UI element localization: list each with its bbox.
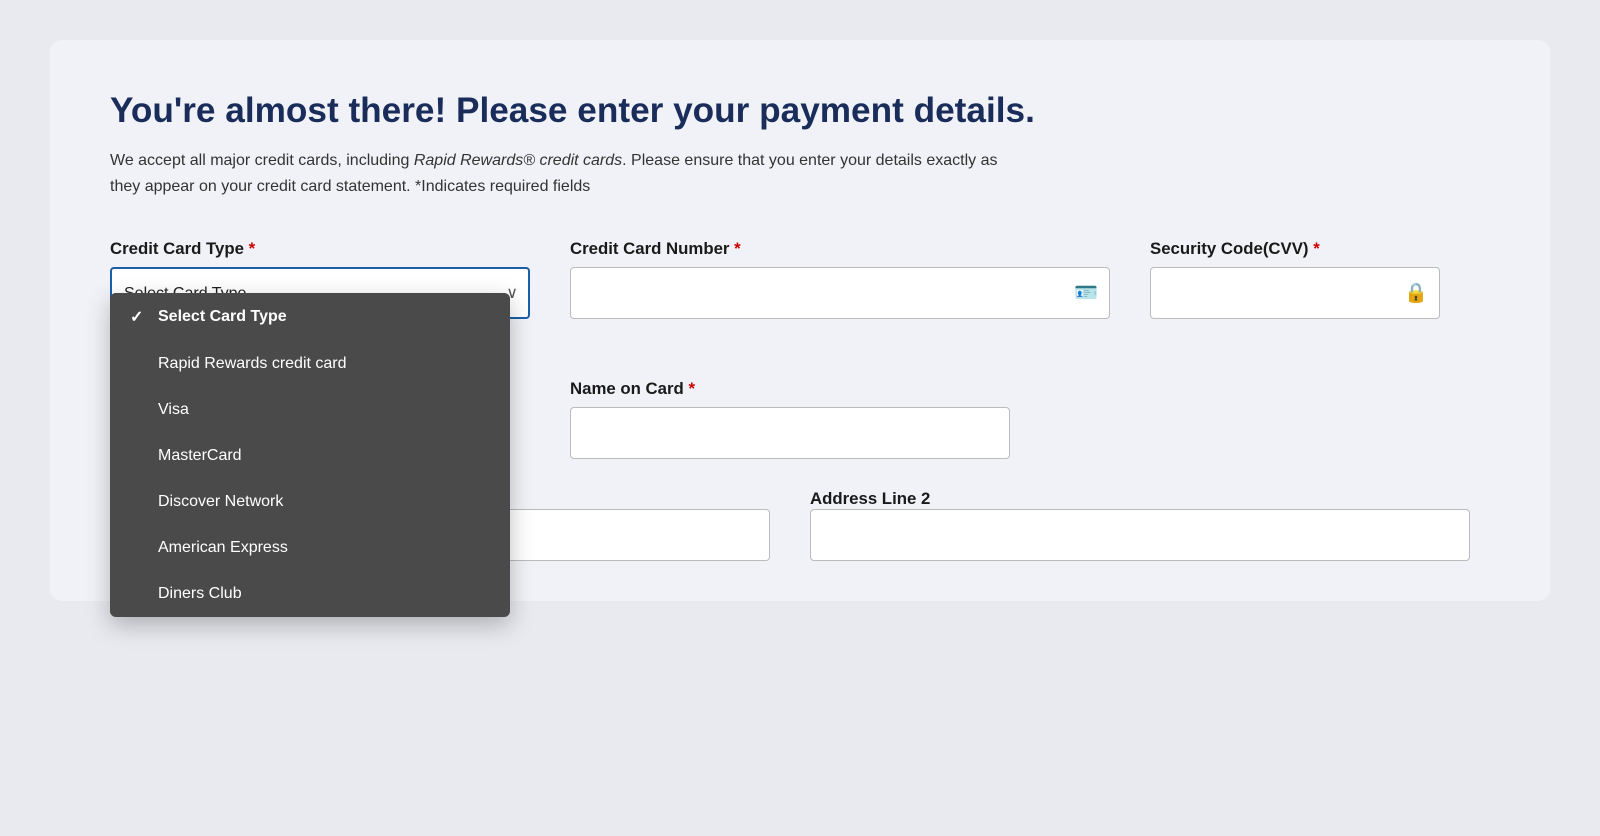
card-type-label: Credit Card Type * [110,239,530,259]
card-type-required-star: * [249,239,256,258]
dropdown-item-discover[interactable]: Discover Network [110,479,510,525]
dropdown-item-rapid-rewards-label: Rapid Rewards credit card [158,355,347,373]
card-number-input[interactable] [570,267,1110,319]
dropdown-item-mastercard-label: MasterCard [158,447,242,465]
dropdown-item-mastercard[interactable]: MasterCard [110,433,510,479]
subtitle-italic: Rapid Rewards® credit cards [414,152,622,169]
name-input-wrapper [570,407,1010,459]
card-number-label: Credit Card Number * [570,239,1110,259]
cvv-label: Security Code(CVV) * [1150,239,1440,259]
cvv-group: Security Code(CVV) * 🔒 [1150,239,1440,319]
dropdown-item-select-label: Select Card Type [158,308,287,326]
dropdown-item-visa[interactable]: Visa [110,387,510,433]
card-number-group: Credit Card Number * 🪪 [570,239,1110,319]
checkmark-icon: ✓ [130,307,148,327]
dropdown-item-diners-label: Diners Club [158,585,242,603]
dropdown-item-diners[interactable]: Diners Club [110,571,510,617]
card-number-required-star: * [734,239,741,258]
dropdown-item-discover-label: Discover Network [158,493,283,511]
card-number-input-wrapper: 🪪 [570,267,1110,319]
cvv-input[interactable] [1150,267,1440,319]
address2-group: Address Line 2 [810,489,1470,561]
form-row-1: Credit Card Type * Select Card Type Rapi… [110,239,1490,319]
subtitle-start: We accept all major credit cards, includ… [110,152,414,169]
card-type-group: Credit Card Type * Select Card Type Rapi… [110,239,530,319]
name-input[interactable] [570,407,1010,459]
dropdown-item-amex[interactable]: American Express [110,525,510,571]
dropdown-item-select[interactable]: ✓ Select Card Type [110,293,510,341]
dropdown-item-rapid-rewards[interactable]: Rapid Rewards credit card [110,341,510,387]
page-title: You're almost there! Please enter your p… [110,90,1490,132]
address2-label: Address Line 2 [810,489,930,508]
name-required-star: * [688,379,695,398]
name-group: Name on Card * [570,379,1010,459]
name-label: Name on Card * [570,379,1010,399]
dropdown-item-amex-label: American Express [158,539,288,557]
address2-input[interactable] [810,509,1470,561]
cvv-required-star: * [1313,239,1320,258]
dropdown-item-visa-label: Visa [158,401,189,419]
address2-input-wrapper [810,509,1470,561]
cvv-input-wrapper: 🔒 [1150,267,1440,319]
card-type-dropdown: ✓ Select Card Type Rapid Rewards credit … [110,293,510,617]
page-subtitle: We accept all major credit cards, includ… [110,148,1010,199]
page-container: You're almost there! Please enter your p… [50,40,1550,601]
